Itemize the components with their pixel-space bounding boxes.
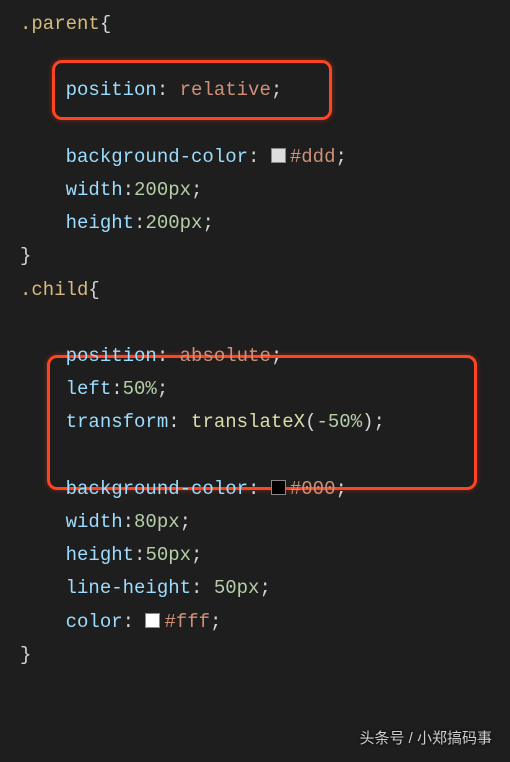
code-line: background-color: #ddd; bbox=[20, 141, 510, 174]
color-swatch-icon bbox=[271, 148, 286, 163]
property: background-color bbox=[66, 478, 248, 500]
code-line: width:200px; bbox=[20, 174, 510, 207]
color-swatch-icon bbox=[271, 480, 286, 495]
code-line: width:80px; bbox=[20, 506, 510, 539]
property: position bbox=[66, 79, 157, 101]
value: relative bbox=[180, 79, 271, 101]
code-line: position: absolute; bbox=[20, 340, 510, 373]
colon: : bbox=[134, 212, 145, 234]
semi: ; bbox=[259, 577, 270, 599]
colon: : bbox=[157, 345, 168, 367]
blank-line bbox=[20, 440, 510, 473]
semi: ; bbox=[374, 411, 385, 433]
colon: : bbox=[248, 478, 259, 500]
blank-line bbox=[20, 108, 510, 141]
close-brace: } bbox=[20, 644, 31, 666]
value: 200px bbox=[145, 212, 202, 234]
value: 50% bbox=[123, 378, 157, 400]
semi: ; bbox=[191, 544, 202, 566]
code-line: color: #fff; bbox=[20, 606, 510, 639]
value: 50px bbox=[214, 577, 260, 599]
color-swatch-icon bbox=[145, 613, 160, 628]
value: 80px bbox=[134, 511, 180, 533]
property: color bbox=[66, 611, 123, 633]
semi: ; bbox=[335, 146, 346, 168]
value: #ddd bbox=[290, 146, 336, 168]
colon: : bbox=[157, 79, 168, 101]
code-line: left:50%; bbox=[20, 373, 510, 406]
value: absolute bbox=[180, 345, 271, 367]
code-line: background-color: #000; bbox=[20, 473, 510, 506]
property: background-color bbox=[66, 146, 248, 168]
value: 200px bbox=[134, 179, 191, 201]
colon: : bbox=[111, 378, 122, 400]
value: 50px bbox=[145, 544, 191, 566]
paren: ) bbox=[362, 411, 373, 433]
code-editor: .parent{ position: relative; background-… bbox=[0, 0, 510, 672]
property: height bbox=[66, 544, 134, 566]
property: position bbox=[66, 345, 157, 367]
property: transform bbox=[66, 411, 169, 433]
code-line: height:50px; bbox=[20, 539, 510, 572]
property: line-height bbox=[66, 577, 191, 599]
code-line: line-height: 50px; bbox=[20, 572, 510, 605]
colon: : bbox=[134, 544, 145, 566]
semi: ; bbox=[180, 511, 191, 533]
selector: .child bbox=[20, 279, 88, 301]
semi: ; bbox=[210, 611, 221, 633]
semi: ; bbox=[191, 179, 202, 201]
colon: : bbox=[123, 611, 134, 633]
semi: ; bbox=[335, 478, 346, 500]
blank-line bbox=[20, 41, 510, 74]
code-line: .parent{ bbox=[20, 8, 510, 41]
value: #000 bbox=[290, 478, 336, 500]
colon: : bbox=[248, 146, 259, 168]
close-brace: } bbox=[20, 245, 31, 267]
property: width bbox=[66, 511, 123, 533]
blank-line bbox=[20, 307, 510, 340]
property: width bbox=[66, 179, 123, 201]
code-line: height:200px; bbox=[20, 207, 510, 240]
open-brace: { bbox=[100, 13, 111, 35]
colon: : bbox=[191, 577, 202, 599]
function: translateX bbox=[191, 411, 305, 433]
code-line: position: relative; bbox=[20, 74, 510, 107]
property: left bbox=[66, 378, 112, 400]
semi: ; bbox=[157, 378, 168, 400]
property: height bbox=[66, 212, 134, 234]
semi: ; bbox=[202, 212, 213, 234]
value: #fff bbox=[164, 611, 210, 633]
watermark: 头条号 / 小郑搞码事 bbox=[359, 726, 492, 752]
selector: .parent bbox=[20, 13, 100, 35]
code-line: } bbox=[20, 639, 510, 672]
colon: : bbox=[168, 411, 179, 433]
open-brace: { bbox=[88, 279, 99, 301]
colon: : bbox=[123, 179, 134, 201]
semi: ; bbox=[271, 345, 282, 367]
paren: ( bbox=[305, 411, 316, 433]
semi: ; bbox=[271, 79, 282, 101]
code-line: } bbox=[20, 240, 510, 273]
code-line: transform: translateX(-50%); bbox=[20, 406, 510, 439]
colon: : bbox=[123, 511, 134, 533]
code-line: .child{ bbox=[20, 274, 510, 307]
value: -50% bbox=[316, 411, 362, 433]
